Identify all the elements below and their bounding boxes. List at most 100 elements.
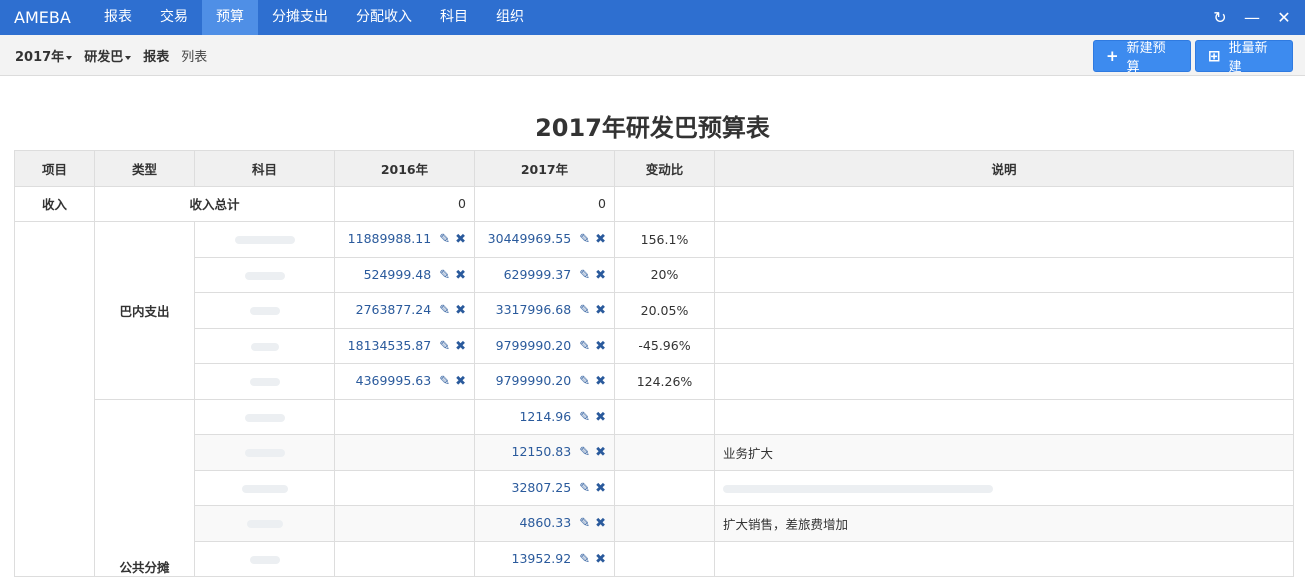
table-row: 2763877.24 ✎ ✖ 3317996.68 ✎ ✖ 20.05%: [15, 292, 1294, 329]
delete-icon[interactable]: ✖: [595, 516, 606, 531]
value-2017-link[interactable]: 4860.33: [519, 515, 571, 530]
brand-logo[interactable]: AMEBA: [0, 0, 90, 35]
edit-icon[interactable]: ✎: [579, 232, 590, 247]
note-cell: [714, 256, 1294, 293]
redacted-subject: [244, 449, 285, 458]
column-header-2016[interactable]: 2016年: [334, 150, 475, 187]
list-view-link[interactable]: 列表: [181, 46, 207, 65]
edit-icon[interactable]: ✎: [579, 410, 590, 425]
delete-icon[interactable]: ✖: [455, 339, 466, 354]
column-header-2017[interactable]: 2017年: [474, 150, 615, 187]
minimize-icon[interactable]: —: [1243, 0, 1261, 35]
edit-icon[interactable]: ✎: [439, 374, 450, 389]
column-header-change[interactable]: 变动比: [614, 150, 715, 187]
value-2017-link[interactable]: 9799990.20: [496, 338, 572, 353]
org-dropdown[interactable]: 研发巴: [84, 46, 132, 65]
note-cell: 业务扩大: [714, 434, 1294, 471]
subject-cell-redacted: [194, 540, 335, 577]
nav-item-allocated-expense[interactable]: 分摊支出: [258, 0, 342, 35]
delete-icon[interactable]: ✖: [455, 268, 466, 283]
table-row: 32807.25 ✎ ✖: [15, 469, 1294, 506]
edit-icon[interactable]: ✎: [439, 268, 450, 283]
value-2016-link[interactable]: 18134535.87: [348, 338, 432, 353]
income-2017-value: 0: [474, 185, 615, 222]
edit-icon[interactable]: ✎: [579, 552, 590, 567]
value-2017-link[interactable]: 12150.83: [512, 444, 572, 459]
edit-icon[interactable]: ✎: [579, 516, 590, 531]
delete-icon[interactable]: ✖: [455, 374, 466, 389]
close-icon[interactable]: ✕: [1275, 0, 1293, 35]
note-cell: [714, 221, 1294, 258]
note-cell: [714, 327, 1294, 364]
nav-item-budget[interactable]: 预算: [202, 0, 258, 35]
redacted-subject: [244, 271, 285, 280]
value-2017-cell: 3317996.68 ✎ ✖: [474, 292, 615, 329]
nav-item-allocated-income[interactable]: 分配收入: [342, 0, 426, 35]
value-2017-cell: 4860.33 ✎ ✖: [474, 505, 615, 542]
edit-icon[interactable]: ✎: [579, 303, 590, 318]
new-budget-button[interactable]: + 新建预算: [1093, 40, 1191, 75]
value-2017-link[interactable]: 1214.96: [519, 409, 571, 424]
value-2017-link[interactable]: 3317996.68: [496, 302, 572, 317]
delete-icon[interactable]: ✖: [595, 303, 606, 318]
delete-icon[interactable]: ✖: [595, 374, 606, 389]
redacted-subject: [234, 236, 295, 245]
sitemap-icon: ⊞: [1208, 47, 1221, 65]
delete-icon[interactable]: ✖: [595, 445, 606, 460]
column-header-type[interactable]: 类型: [94, 150, 195, 187]
caret-down-icon: [66, 55, 73, 60]
year-dropdown[interactable]: 2017年: [15, 46, 73, 65]
note-cell: [714, 363, 1294, 400]
edit-icon[interactable]: ✎: [579, 481, 590, 496]
change-ratio-cell: [614, 434, 715, 471]
value-2017-link[interactable]: 32807.25: [512, 480, 572, 495]
value-2016-link[interactable]: 524999.48: [364, 267, 432, 282]
nav-item-accounts[interactable]: 科目: [426, 0, 482, 35]
value-2017-link[interactable]: 9799990.20: [496, 373, 572, 388]
delete-icon[interactable]: ✖: [595, 552, 606, 567]
column-header-subject[interactable]: 科目: [194, 150, 335, 187]
table-header-row: 项目 类型 科目 2016年 2017年 变动比 说明: [14, 150, 1294, 187]
delete-icon[interactable]: ✖: [455, 232, 466, 247]
value-2016-link[interactable]: 4369995.63: [356, 373, 432, 388]
delete-icon[interactable]: ✖: [595, 339, 606, 354]
edit-icon[interactable]: ✎: [579, 268, 590, 283]
value-2016-cell: [334, 540, 475, 577]
nav-item-transactions[interactable]: 交易: [146, 0, 202, 35]
change-ratio-cell: 20%: [614, 256, 715, 293]
edit-icon[interactable]: ✎: [579, 445, 590, 460]
change-ratio-cell: 124.26%: [614, 363, 715, 400]
value-2016-link[interactable]: 2763877.24: [356, 302, 432, 317]
value-2017-link[interactable]: 629999.37: [504, 267, 572, 282]
value-2017-link[interactable]: 13952.92: [512, 551, 572, 566]
redacted-subject: [249, 378, 280, 387]
delete-icon[interactable]: ✖: [595, 232, 606, 247]
edit-icon[interactable]: ✎: [439, 232, 450, 247]
table-row: 公共分摊 1214.96 ✎ ✖: [15, 398, 1294, 577]
subject-cell-redacted: [194, 469, 335, 506]
delete-icon[interactable]: ✖: [455, 303, 466, 318]
subject-cell-redacted: [194, 256, 335, 293]
subject-cell-redacted: [194, 221, 335, 258]
value-2016-cell: 4369995.63 ✎ ✖: [334, 363, 475, 400]
batch-new-button[interactable]: ⊞ 批量新建: [1195, 40, 1293, 75]
value-2017-link[interactable]: 30449969.55: [488, 231, 572, 246]
value-2016-link[interactable]: 11889988.11: [348, 231, 432, 246]
nav-item-organization[interactable]: 组织: [482, 0, 538, 35]
edit-icon[interactable]: ✎: [439, 303, 450, 318]
type-cell-internal-expense: 巴内支出: [94, 221, 195, 400]
delete-icon[interactable]: ✖: [595, 410, 606, 425]
column-header-project[interactable]: 项目: [14, 150, 95, 187]
edit-icon[interactable]: ✎: [579, 339, 590, 354]
delete-icon[interactable]: ✖: [595, 268, 606, 283]
change-ratio-cell: -45.96%: [614, 327, 715, 364]
nav-item-reports[interactable]: 报表: [90, 0, 146, 35]
toolbar-actions: + 新建预算 ⊞ 批量新建: [1093, 40, 1293, 75]
value-2017-cell: 9799990.20 ✎ ✖: [474, 327, 615, 364]
edit-icon[interactable]: ✎: [439, 339, 450, 354]
refresh-icon[interactable]: ↻: [1211, 0, 1229, 35]
edit-icon[interactable]: ✎: [579, 374, 590, 389]
report-view-link[interactable]: 报表: [143, 46, 169, 65]
column-header-note[interactable]: 说明: [714, 150, 1294, 187]
delete-icon[interactable]: ✖: [595, 481, 606, 496]
